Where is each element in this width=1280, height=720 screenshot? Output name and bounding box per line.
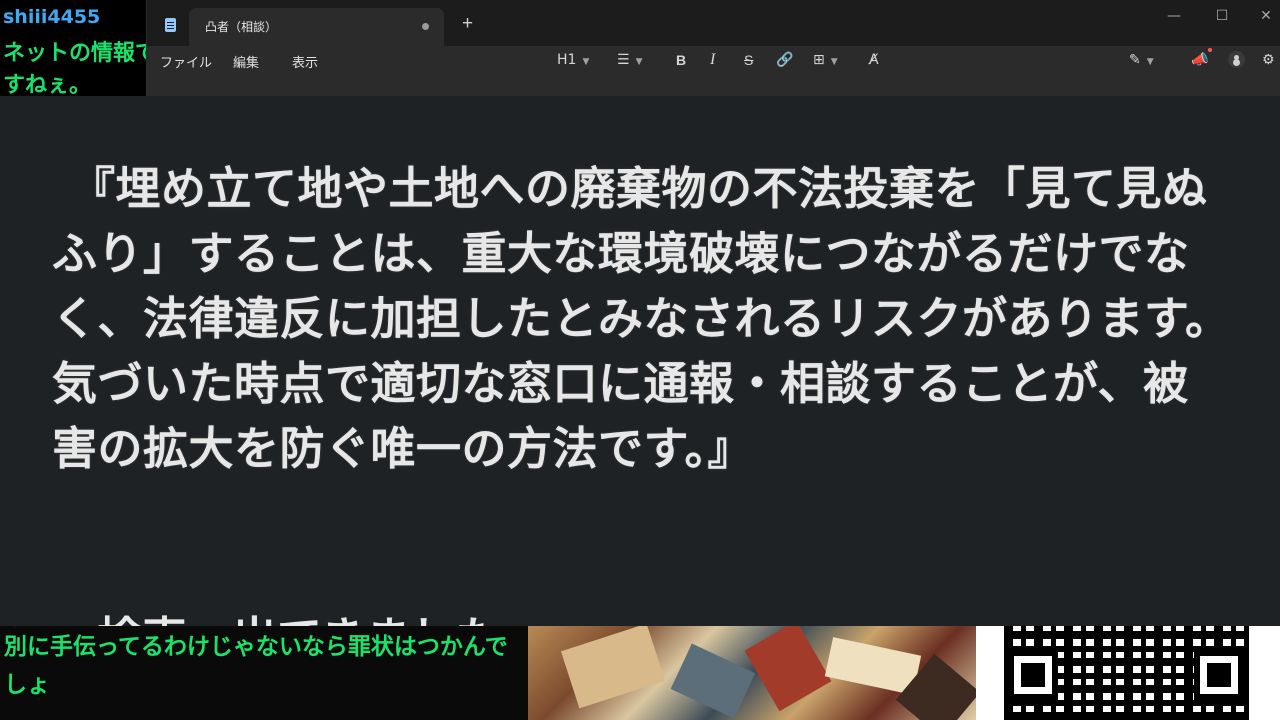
bold-button[interactable]: B bbox=[676, 51, 686, 69]
list-icon: ☰ bbox=[617, 52, 630, 68]
new-tab-button[interactable]: + bbox=[462, 13, 473, 35]
notification-dot-icon bbox=[1208, 48, 1212, 52]
qr-code-panel bbox=[976, 626, 1280, 720]
close-button[interactable]: ✕ bbox=[1251, 4, 1280, 28]
painting-shape bbox=[744, 626, 832, 712]
heading-label: H1 bbox=[557, 52, 577, 68]
menu-toolbar: ファイル 編集 表示 H1 ▼ ☰ ▼ B I S 🔗 ⊞ ▼ A̸ ✎ ▼ 📣 ⚙ bbox=[147, 46, 1280, 96]
menu-edit[interactable]: 編集 bbox=[233, 52, 259, 71]
qr-finder-pattern bbox=[1194, 650, 1244, 700]
paragraph: 気づいた時点で適切な窓口に通報・相談することが、被害の拡大を防ぐ唯一の方法です。… bbox=[52, 357, 1189, 475]
chat-overlay-bottom: 別に手伝ってるわけじゃないなら罪状はつかんでしょ bbox=[0, 626, 528, 720]
partial-line: ・検索 出てきました bbox=[52, 602, 501, 626]
notepad-window: 凸者（相談） + — ☐ ✕ ファイル 編集 表示 H1 ▼ ☰ ▼ B I S 🔗… bbox=[146, 0, 1280, 96]
settings-gear-icon[interactable]: ⚙ bbox=[1262, 51, 1275, 69]
qr-finder-pattern bbox=[1008, 650, 1058, 700]
menu-file[interactable]: ファイル bbox=[160, 52, 212, 71]
link-icon[interactable]: 🔗 bbox=[776, 51, 793, 69]
account-avatar-icon[interactable] bbox=[1228, 51, 1245, 68]
heading-dropdown[interactable]: H1 ▼ bbox=[557, 51, 589, 69]
chat-username: shiii4455 bbox=[3, 6, 101, 28]
chevron-down-icon: ▼ bbox=[1146, 57, 1154, 67]
strikethrough-button[interactable]: S bbox=[744, 51, 753, 69]
list-dropdown[interactable]: ☰ ▼ bbox=[617, 51, 642, 69]
copilot-dropdown[interactable]: ✎ ▼ bbox=[1129, 51, 1154, 69]
tab-title: 凸者（相談） bbox=[205, 20, 278, 34]
menu-view[interactable]: 表示 bbox=[292, 52, 318, 71]
maximize-button[interactable]: ☐ bbox=[1207, 4, 1237, 28]
tab-document[interactable]: 凸者（相談） bbox=[189, 8, 444, 46]
chat-message: 別に手伝ってるわけじゃないなら罪状はつかんでしょ bbox=[4, 634, 508, 698]
italic-button[interactable]: I bbox=[710, 51, 715, 69]
notepad-app-icon bbox=[165, 18, 176, 32]
paragraph: 『埋め立て地や土地への廃棄物の不法投棄を「見て見ぬふり」することは、重大な環境破… bbox=[52, 162, 1231, 345]
chevron-down-icon: ▼ bbox=[830, 57, 838, 67]
table-dropdown[interactable]: ⊞ ▼ bbox=[813, 51, 838, 69]
painting-shape bbox=[670, 643, 756, 719]
table-icon: ⊞ bbox=[813, 52, 825, 68]
clear-formatting-icon[interactable]: A̸ bbox=[869, 51, 879, 69]
abstract-painting-image bbox=[528, 626, 976, 720]
painting-shape bbox=[560, 626, 666, 709]
unsaved-dot-icon[interactable] bbox=[422, 23, 429, 30]
chevron-down-icon: ▼ bbox=[635, 57, 643, 67]
chat-overlay-top: shiii4455 ネットの情報ですねぇ。 bbox=[0, 0, 146, 96]
document-body[interactable]: 『埋め立て地や土地への廃棄物の不法投棄を「見て見ぬふり」することは、重大な環境破… bbox=[52, 156, 1232, 481]
editor-area[interactable]: 『埋め立て地や土地への廃棄物の不法投棄を「見て見ぬふり」することは、重大な環境破… bbox=[0, 96, 1280, 626]
minimize-button[interactable]: — bbox=[1159, 4, 1189, 28]
notification-icon[interactable]: 📣 bbox=[1191, 51, 1208, 69]
chevron-down-icon: ▼ bbox=[582, 57, 590, 67]
title-bar: 凸者（相談） + — ☐ ✕ bbox=[147, 0, 1280, 46]
chat-message: ネットの情報ですねぇ。 bbox=[3, 41, 146, 96]
copilot-icon: ✎ bbox=[1129, 52, 1141, 68]
